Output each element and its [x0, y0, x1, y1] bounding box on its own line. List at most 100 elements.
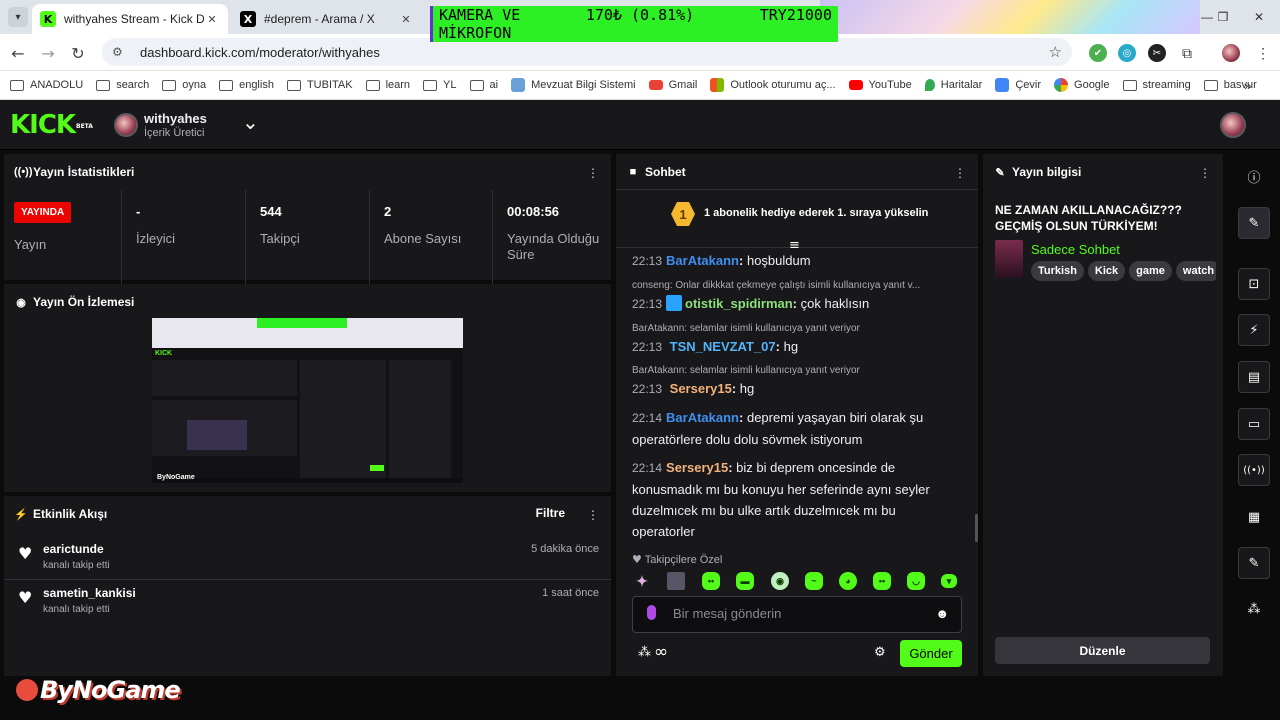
emote-3[interactable]: •• — [702, 572, 720, 590]
bookmark-translate[interactable]: Çevir — [995, 78, 1041, 92]
msg-user[interactable]: BarAtakann — [666, 253, 739, 268]
chat-message-input[interactable] — [673, 606, 933, 621]
bookmark-star-icon[interactable]: ☆ — [1049, 43, 1062, 61]
reload-icon[interactable]: ↻ — [68, 43, 88, 63]
tab-x-search[interactable]: X #deprem - Arama / X ✕ — [232, 4, 422, 34]
edit-icon[interactable]: ✎ — [1238, 207, 1270, 239]
broadcast-icon[interactable]: ((•)) — [1238, 454, 1270, 486]
bookmark-tubitak[interactable]: TUBITAK — [286, 79, 353, 91]
send-button[interactable]: Gönder — [900, 640, 962, 667]
gmail-icon — [648, 80, 663, 90]
msg-user[interactable]: BarAtakann — [666, 410, 739, 425]
address-bar[interactable]: ⚙ dashboard.kick.com/moderator/withyahes… — [102, 38, 1072, 66]
chrome-menu-icon[interactable]: ⋮ — [1254, 44, 1272, 62]
back-icon[interactable]: ← — [8, 43, 28, 63]
bookmark-outlook[interactable]: Outlook oturumu aç... — [710, 78, 836, 92]
msg-user[interactable]: Sersery15 — [666, 460, 728, 475]
info-icon[interactable]: ⓘ — [1238, 160, 1270, 192]
bookmark-oyna[interactable]: oyna — [162, 79, 206, 91]
profile-avatar[interactable] — [1222, 44, 1240, 62]
bookmarks-overflow-icon[interactable]: » — [1244, 78, 1251, 93]
tag-chip[interactable]: game — [1129, 261, 1172, 281]
info-menu-icon[interactable]: ⋮ — [1199, 166, 1211, 180]
channel-name: withyahes — [144, 111, 207, 126]
category-name[interactable]: Sadece Sohbet — [1031, 242, 1120, 257]
chat-settings-icon[interactable]: ⚙ — [874, 645, 886, 660]
activity-icon[interactable]: ⚡ — [1238, 314, 1270, 346]
translate-extension-icon[interactable]: ◎ — [1118, 44, 1136, 62]
user-avatar[interactable] — [1220, 112, 1246, 138]
tab-kick-dashboard[interactable]: K withyahes Stream - Kick Dashbo ✕ — [32, 4, 228, 34]
folder-icon — [219, 79, 234, 91]
tag-chip[interactable]: watch — [1175, 261, 1216, 281]
site-info-icon[interactable]: ⚙ — [112, 45, 128, 59]
channel-avatar — [114, 113, 138, 137]
preview-icon[interactable]: ⊡ — [1238, 268, 1270, 300]
close-tab-icon[interactable]: ✕ — [398, 13, 414, 26]
chat-menu-icon[interactable]: ⋮ — [954, 166, 966, 180]
reply-context[interactable]: BarAtakann: selamlar isimli kullanıcıya … — [632, 364, 962, 378]
emote-2[interactable] — [667, 572, 685, 590]
chat-input-box[interactable]: ☻ — [632, 596, 962, 633]
activity-menu-icon[interactable]: ⋮ — [587, 508, 599, 522]
filter-button[interactable]: Filtre — [536, 506, 565, 520]
bookmark-mevzuat[interactable]: Mevzuat Bilgi Sistemi — [511, 78, 636, 92]
emote-10[interactable]: ▾ — [941, 574, 957, 588]
reply-context[interactable]: conseng: Onlar dikkkat çekmeye çalıştı i… — [632, 279, 962, 293]
extension-icon[interactable]: ✂ — [1148, 44, 1166, 62]
reply-context[interactable]: BarAtakann: selamlar isimli kullanıcıya … — [632, 322, 962, 336]
bookmark-google[interactable]: Google — [1054, 78, 1110, 92]
bookmark-gmail[interactable]: Gmail — [648, 79, 697, 91]
bookmark-label: YL — [443, 79, 457, 91]
infinity-icon[interactable]: ∞ — [654, 642, 668, 662]
msg-user[interactable]: otistik_spidirman — [685, 296, 793, 311]
close-window-button[interactable]: ✕ — [1244, 0, 1274, 34]
emoji-icon[interactable]: ☻ — [935, 606, 949, 621]
channel-switcher-chevron-icon[interactable]: ⌄ — [242, 110, 259, 134]
kick-logo[interactable]: KICK BETA — [10, 112, 93, 138]
tag-chip[interactable]: Kick — [1087, 261, 1126, 281]
user-badge-icon — [666, 295, 683, 311]
emote-4[interactable]: ▬ — [736, 572, 754, 590]
edit-button[interactable]: Düzenle — [995, 637, 1210, 664]
stats-menu-icon[interactable]: ⋮ — [587, 166, 599, 180]
forward-icon[interactable]: → — [38, 43, 58, 63]
bookmark-anadolu[interactable]: ANADOLU — [10, 79, 83, 91]
emote-9[interactable]: ◡ — [907, 572, 925, 590]
tab-search-button[interactable]: ▾ — [8, 7, 28, 27]
emote-1[interactable]: ✦ — [633, 572, 651, 590]
mic-icon[interactable] — [647, 605, 656, 620]
bookmark-search[interactable]: search — [96, 79, 149, 91]
close-tab-icon[interactable]: ✕ — [204, 13, 220, 26]
bynogame-watermark: ByNoGame — [16, 676, 181, 704]
bookmark-ai[interactable]: ai — [469, 79, 498, 91]
bookmark-maps[interactable]: Haritalar — [924, 79, 982, 91]
bookmark-yl[interactable]: YL — [423, 79, 457, 91]
msg-user[interactable]: Sersery15 — [670, 381, 732, 396]
activity-user[interactable]: sametin_kankisi — [43, 586, 136, 600]
emote-8[interactable]: •• — [873, 572, 891, 590]
wrench-icon[interactable]: ✎ — [1238, 547, 1270, 579]
tag-chip[interactable]: Turkish — [1031, 261, 1084, 281]
shield-extension-icon[interactable]: ✔ — [1089, 44, 1107, 62]
notes-icon[interactable]: ▤ — [1238, 361, 1270, 393]
chat-scrollbar[interactable] — [975, 514, 978, 542]
layout-icon[interactable]: ▦ — [1238, 501, 1270, 533]
bookmark-youtube[interactable]: YouTube — [848, 79, 912, 91]
emote-5[interactable]: ◉ — [771, 572, 789, 590]
maximize-button[interactable]: ❐ — [1208, 0, 1238, 34]
activity-user[interactable]: earictunde — [43, 542, 104, 556]
emote-6[interactable]: ~ — [805, 572, 823, 590]
emote-7[interactable]: ◕ — [839, 572, 857, 590]
bookmark-learn[interactable]: learn — [365, 79, 410, 91]
stream-preview-video[interactable]: KICK ByNoGame — [152, 318, 463, 483]
extensions-puzzle-icon[interactable]: ⧉ — [1178, 44, 1196, 62]
stat-value: - — [136, 204, 141, 219]
preview-dashboard: KICK — [152, 348, 463, 478]
bookmark-english[interactable]: english — [219, 79, 274, 91]
chat-icon[interactable]: ▭ — [1238, 408, 1270, 440]
bookmark-streaming[interactable]: streaming — [1122, 79, 1191, 91]
connections-icon[interactable]: ⁂ — [1238, 593, 1270, 625]
msg-user[interactable]: TSN_NEVZAT_07 — [670, 339, 776, 354]
connections-icon[interactable]: ⁂ — [638, 644, 651, 660]
